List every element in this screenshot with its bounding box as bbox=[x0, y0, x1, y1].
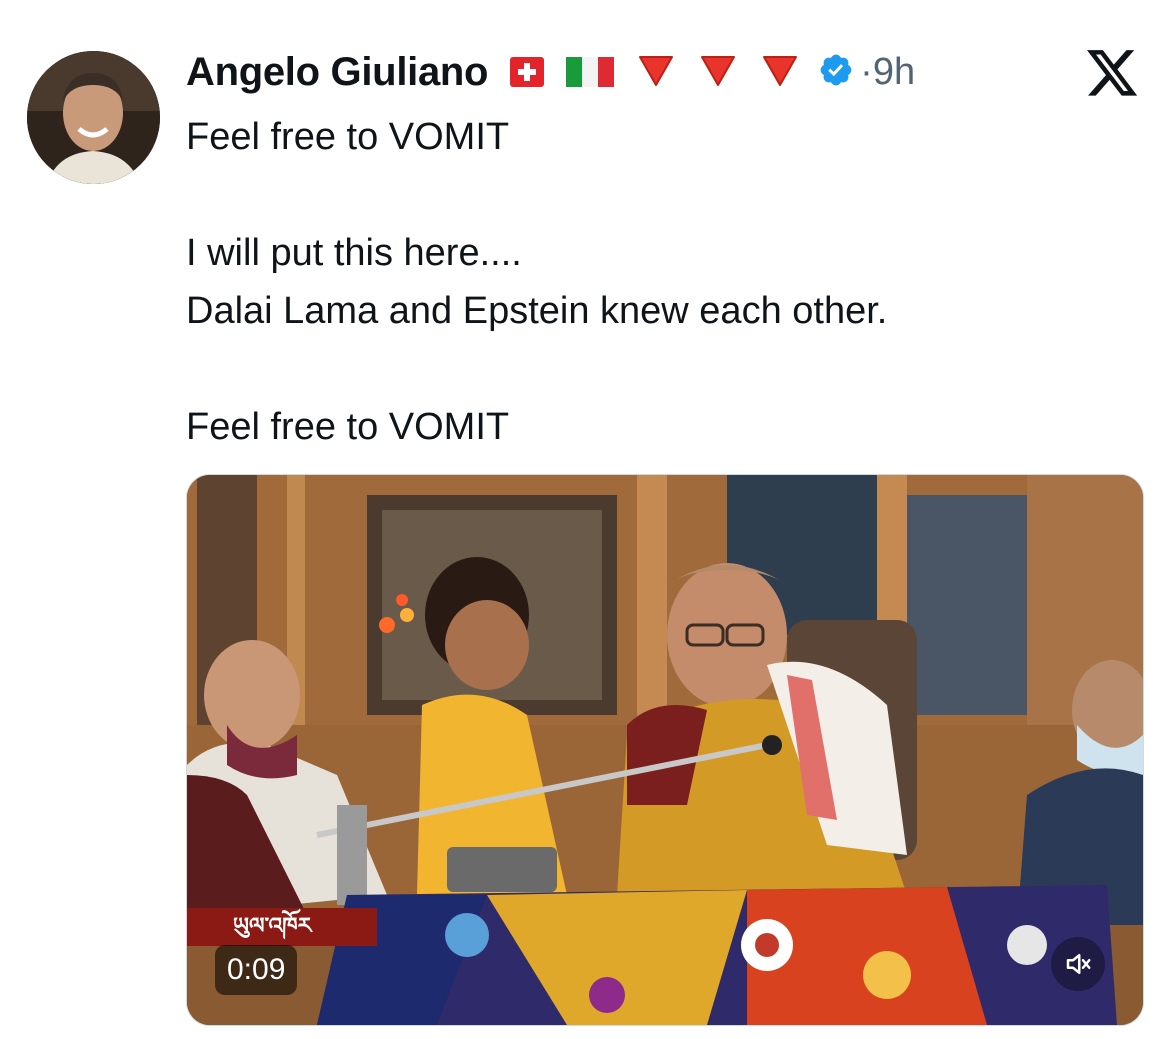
speaker-muted-icon bbox=[1066, 954, 1091, 974]
tweet-line: Feel free to VOMIT bbox=[186, 406, 510, 448]
channel-badge: ཡུལ་འཁོར bbox=[187, 908, 377, 946]
x-logo-icon[interactable] bbox=[1087, 50, 1139, 98]
video-player[interactable]: ཡུལ་འཁོར 0:09 bbox=[186, 474, 1144, 1026]
author-name[interactable]: Angelo Giuliano bbox=[186, 50, 488, 95]
red-triangle-down-icon bbox=[760, 53, 800, 92]
avatar-image bbox=[27, 51, 160, 184]
time-label: 9h bbox=[872, 50, 916, 93]
verified-badge-icon[interactable] bbox=[818, 52, 854, 93]
red-triangle-down-icon bbox=[636, 53, 676, 92]
red-triangle-down-icon bbox=[698, 53, 738, 92]
tweet-line: I will put this here.... bbox=[186, 232, 522, 274]
mute-button[interactable] bbox=[1051, 937, 1105, 991]
tweet-body: Feel free to VOMIT I will put this here.… bbox=[186, 108, 1126, 456]
tweet-line: Feel free to VOMIT bbox=[186, 116, 510, 158]
video-timestamp: 0:09 bbox=[215, 945, 298, 995]
time-separator: · bbox=[860, 50, 873, 93]
italian-flag-icon bbox=[566, 57, 615, 87]
tweet-line: Dalai Lama and Epstein knew each other. bbox=[186, 290, 888, 332]
avatar[interactable] bbox=[27, 51, 160, 184]
tweet-header: Angelo Giuliano ·9h bbox=[186, 44, 915, 100]
post-time[interactable]: ·9h bbox=[860, 51, 915, 94]
swiss-flag-icon bbox=[510, 57, 545, 87]
